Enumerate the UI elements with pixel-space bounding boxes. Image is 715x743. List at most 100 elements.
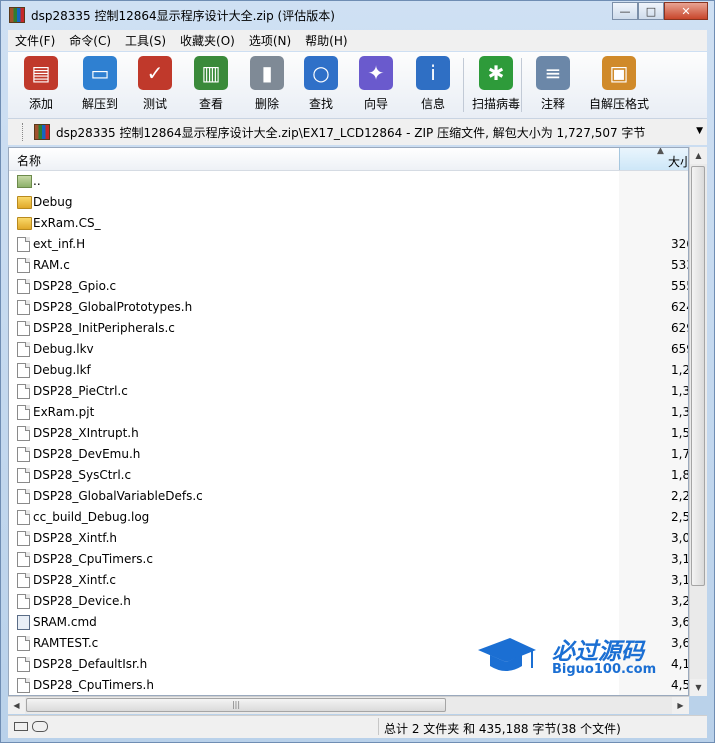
file-size: 659	[671, 342, 688, 356]
file-row[interactable]: DSP28_Xintf.h 3,081	[9, 528, 688, 549]
address-bar[interactable]: dsp28335 控制12864显示程序设计大全.zip\EX17_LCD128…	[8, 119, 707, 145]
file-row[interactable]: DSP28_InitPeripherals.c 629	[9, 318, 688, 339]
toolbar-button-label: 测试	[142, 97, 167, 111]
file-icon	[17, 321, 30, 336]
parent-folder-icon	[17, 175, 32, 188]
file-name: DSP28_CpuTimers.h	[33, 678, 154, 692]
file-icon	[17, 342, 30, 357]
file-row[interactable]: RAM.c 533	[9, 255, 688, 276]
toolbar-separator	[463, 58, 464, 112]
menu-item-5[interactable]: 帮助(H)	[298, 32, 354, 49]
file-row[interactable]: Debug.lkv 659	[9, 339, 688, 360]
file-row[interactable]: DSP28_XIntrupt.h 1,555	[9, 423, 688, 444]
minimize-button[interactable]: —	[612, 2, 638, 20]
file-row[interactable]: DSP28_GlobalPrototypes.h 624	[9, 297, 688, 318]
file-name: DSP28_Xintf.h	[33, 531, 117, 545]
scroll-up-arrow[interactable]: ▲	[690, 147, 707, 164]
drive-icon[interactable]	[14, 722, 28, 731]
file-size: 3,081	[671, 531, 688, 545]
menu-item-2[interactable]: 工具(S)	[118, 32, 173, 49]
watermark-title: 必过源码	[552, 639, 644, 665]
close-button[interactable]: ✕	[664, 2, 708, 20]
file-row[interactable]: SRAM.cmd 3,655	[9, 612, 688, 633]
toolbar-button-label: 删除	[254, 97, 279, 111]
maximize-button[interactable]: □	[638, 2, 664, 20]
toolbar-button-8[interactable]: ✱ 扫描病毒	[464, 56, 528, 112]
horizontal-scrollbar[interactable]: ◀ ||| ▶	[8, 696, 689, 714]
file-size: 1,376	[671, 405, 688, 419]
file-name: DSP28_Device.h	[33, 594, 131, 608]
menu-item-0[interactable]: 文件(F)	[8, 32, 62, 49]
find-magnifier-icon: ○	[304, 56, 338, 90]
address-path[interactable]: dsp28335 控制12864显示程序设计大全.zip\EX17_LCD128…	[56, 124, 645, 141]
vertical-scroll-thumb[interactable]	[691, 166, 705, 586]
file-row[interactable]: DSP28_CpuTimers.c 3,104	[9, 549, 688, 570]
toolbar-button-7[interactable]: i 信息	[406, 56, 460, 112]
file-icon	[17, 489, 30, 504]
toolbar-button-10[interactable]: ▣ 自解压格式	[580, 56, 658, 112]
column-size-label: 大小	[668, 155, 688, 169]
file-size: 3,223	[671, 594, 688, 608]
column-name-header[interactable]: 名称	[17, 152, 41, 169]
key-icon[interactable]	[32, 721, 48, 732]
delete-trash-icon: ▮	[250, 56, 284, 90]
folder-icon	[17, 196, 32, 209]
status-left-pane	[8, 718, 379, 735]
menu-item-4[interactable]: 选项(N)	[242, 32, 298, 49]
toolbar-button-3[interactable]: ▥ 查看	[184, 56, 238, 112]
toolbar-button-label: 解压到	[81, 97, 118, 111]
column-size-header[interactable]: ▲ 大小	[619, 148, 688, 170]
cmd-file-icon	[17, 615, 30, 630]
horizontal-scroll-thumb[interactable]: |||	[26, 698, 446, 712]
file-row[interactable]: DSP28_Xintf.c 3,132	[9, 570, 688, 591]
file-row[interactable]: ExRam.CS_	[9, 213, 688, 234]
extract-folder-icon: ▭	[83, 56, 117, 90]
toolbar-separator	[521, 58, 522, 112]
file-row[interactable]: cc_build_Debug.log 2,560	[9, 507, 688, 528]
file-row[interactable]: DSP28_DevEmu.h 1,757	[9, 444, 688, 465]
file-row[interactable]: DSP28_PieCtrl.c 1,351	[9, 381, 688, 402]
toolbar-button-label: 添加	[28, 97, 53, 111]
file-row[interactable]: DSP28_Device.h 3,223	[9, 591, 688, 612]
toolbar-button-label: 查看	[198, 97, 223, 111]
file-row[interactable]: DSP28_GlobalVariableDefs.c 2,212	[9, 486, 688, 507]
menu-item-1[interactable]: 命令(C)	[62, 32, 118, 49]
file-row[interactable]: DSP28_SysCtrl.c 1,882	[9, 465, 688, 486]
file-name: DSP28_GlobalVariableDefs.c	[33, 489, 203, 503]
scroll-down-arrow[interactable]: ▼	[690, 679, 707, 696]
toolbar-button-label: 扫描病毒	[471, 97, 520, 111]
window-title: dsp28335 控制12864显示程序设计大全.zip (评估版本)	[31, 9, 335, 23]
file-icon	[17, 300, 30, 315]
toolbar-button-9[interactable]: ≡ 注释	[526, 56, 580, 112]
file-name: DSP28_XIntrupt.h	[33, 426, 139, 440]
file-row[interactable]: ext_inf.H 326	[9, 234, 688, 255]
toolbar: ▤ 添加 ▭ 解压到 ✓ 测试 ▥ 查看 ▮ 删除 ○ 查找 ✦ 向导 i 信息 ✱ 扫描病毒 ≡ 注释 ▣ 自解压格式	[8, 52, 707, 119]
file-row[interactable]: ..	[9, 171, 688, 192]
file-row[interactable]: ExRam.pjt 1,376	[9, 402, 688, 423]
file-row[interactable]: Debug.lkf 1,292	[9, 360, 688, 381]
file-icon	[17, 447, 30, 462]
title-bar[interactable]: dsp28335 控制12864显示程序设计大全.zip (评估版本) — □ …	[1, 1, 714, 29]
toolbar-button-5[interactable]: ○ 查找	[294, 56, 348, 112]
toolbar-button-0[interactable]: ▤ 添加	[14, 56, 68, 112]
file-icon	[17, 405, 30, 420]
winrar-app-icon	[9, 7, 25, 23]
toolbar-button-4[interactable]: ▮ 删除	[240, 56, 294, 112]
file-size: 555	[671, 279, 688, 293]
file-icon	[17, 279, 30, 294]
toolbar-button-label: 向导	[363, 97, 388, 111]
file-row[interactable]: Debug	[9, 192, 688, 213]
scroll-left-arrow[interactable]: ◀	[8, 697, 25, 714]
file-row[interactable]: DSP28_Gpio.c 555	[9, 276, 688, 297]
file-name: ExRam.CS_	[33, 216, 101, 230]
file-name: DSP28_DevEmu.h	[33, 447, 141, 461]
file-size: 1,555	[671, 426, 688, 440]
scroll-right-arrow[interactable]: ▶	[672, 697, 689, 714]
menu-item-3[interactable]: 收藏夹(O)	[173, 32, 242, 49]
toolbar-button-2[interactable]: ✓ 测试	[128, 56, 182, 112]
file-icon	[17, 636, 30, 651]
chevron-down-icon[interactable]: ▼	[696, 126, 703, 136]
toolbar-button-1[interactable]: ▭ 解压到	[72, 56, 128, 112]
toolbar-button-6[interactable]: ✦ 向导	[349, 56, 403, 112]
vertical-scrollbar[interactable]: ▲ ▼	[689, 147, 707, 696]
